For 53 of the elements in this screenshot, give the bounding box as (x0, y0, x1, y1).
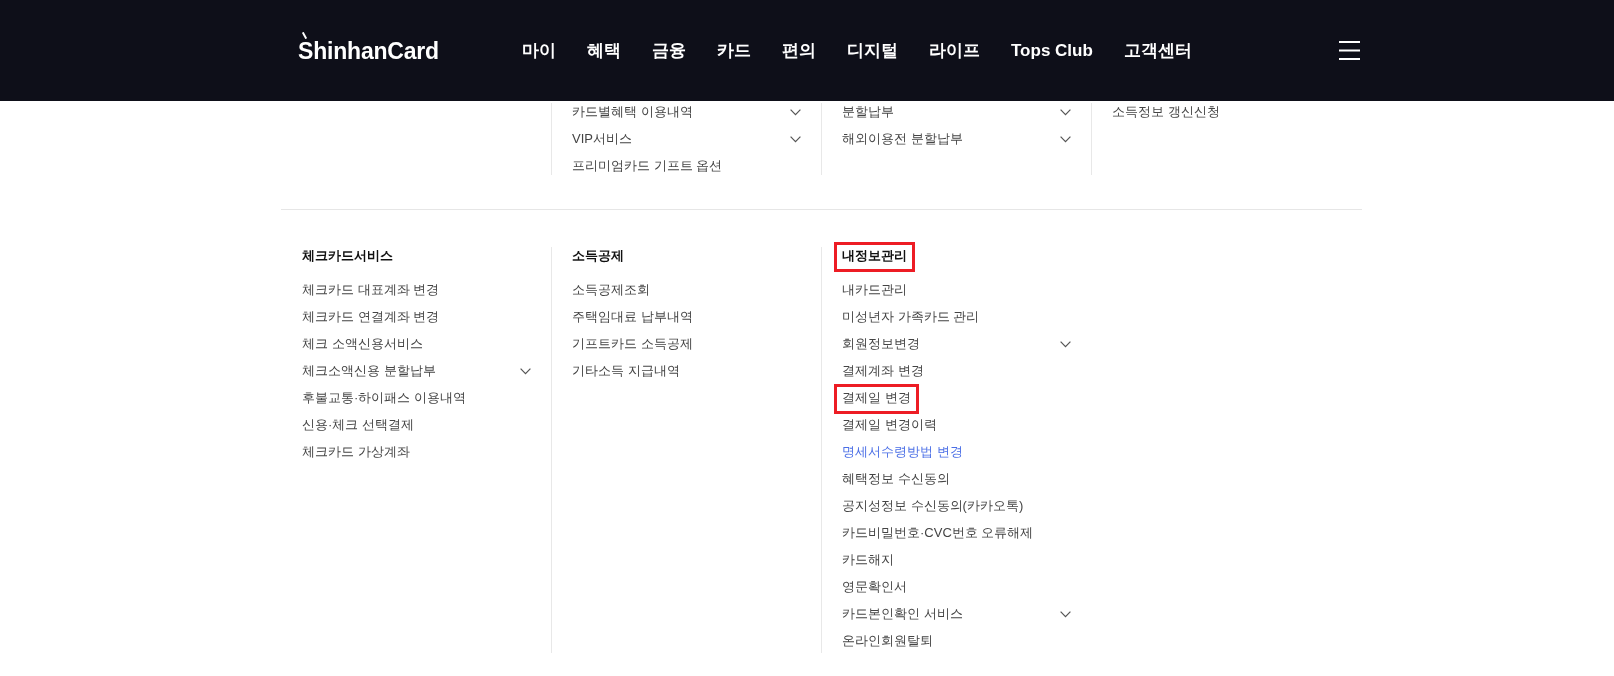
logo-link[interactable]: ShinhanCard (298, 30, 439, 64)
accent-mark-icon (302, 31, 307, 39)
nav-link[interactable]: 카드 (717, 39, 751, 62)
menu-link[interactable]: 미성년자 가족카드 관리 (842, 308, 980, 326)
menu-link[interactable]: 카드별혜택 이용내역 (572, 103, 693, 121)
chevron-down-icon[interactable] (1060, 610, 1071, 618)
menu-link[interactable]: 카드본인확인 서비스 (842, 605, 963, 623)
menu-link[interactable]: 결제일 변경이력 (842, 416, 937, 434)
nav-link[interactable]: 라이프 (929, 39, 980, 62)
menu-link[interactable]: 공지성정보 수신동의(카카오톡) (842, 497, 1024, 515)
menu-link[interactable]: 온라인회원탈퇴 (842, 632, 933, 650)
menu-link[interactable]: 프리미엄카드 기프트 옵션 (572, 157, 723, 175)
chevron-down-icon[interactable] (790, 108, 801, 116)
menu-link[interactable]: 영문확인서 (842, 578, 907, 596)
menu-link[interactable]: 체크카드 대표계좌 변경 (302, 281, 440, 299)
menu-link[interactable]: 결제일 변경 (842, 389, 911, 407)
menu-link[interactable]: 혜택정보 수신동의 (842, 470, 950, 488)
menu-link[interactable]: 기프트카드 소득공제 (572, 335, 693, 353)
section-heading: 내정보관리 (842, 247, 907, 265)
chevron-down-icon[interactable] (1060, 340, 1071, 348)
nav-link[interactable]: 편의 (782, 39, 816, 62)
menu-link[interactable]: 체크카드 연결계좌 변경 (302, 308, 440, 326)
menu-link[interactable]: 체크 소액신용서비스 (302, 335, 423, 353)
menu-link[interactable]: 소득공제조회 (572, 281, 650, 299)
menu-link[interactable]: 소득정보 갱신신청 (1112, 103, 1220, 121)
menu-link[interactable]: 주택임대료 납부내역 (572, 308, 693, 326)
menu-link[interactable]: 후불교통·하이패스 이용내역 (302, 389, 466, 407)
menu-link[interactable]: 분할납부 (842, 103, 894, 121)
menu-link[interactable]: 내카드관리 (842, 281, 907, 299)
menu-link[interactable]: VIP서비스 (572, 130, 632, 148)
menu-link[interactable]: 결제계좌 변경 (842, 362, 924, 380)
section-heading: 체크카드서비스 (302, 247, 393, 265)
menu-link[interactable]: 카드비밀번호·CVC번호 오류해제 (842, 524, 1034, 542)
menu-icon[interactable] (1339, 41, 1360, 60)
nav-link[interactable]: 금융 (652, 39, 686, 62)
menu-link[interactable]: 체크카드 가상계좌 (302, 443, 410, 461)
nav-link[interactable]: Tops Club (1011, 39, 1093, 62)
menu-link[interactable]: 회원정보변경 (842, 335, 920, 353)
menu-link[interactable]: 명세서수령방법 변경 (842, 443, 963, 461)
menu-link[interactable]: 신용·체크 선택결제 (302, 416, 414, 434)
section-heading: 소득공제 (572, 247, 624, 265)
menu-link[interactable]: 해외이용전 분할납부 (842, 130, 963, 148)
nav-link[interactable]: 혜택 (587, 39, 621, 62)
nav-link[interactable]: 고객센터 (1123, 39, 1192, 62)
nav-link[interactable]: 디지털 (847, 39, 898, 62)
menu-link[interactable]: 카드해지 (842, 551, 894, 569)
menu-link[interactable]: 기타소득 지급내역 (572, 362, 680, 380)
chevron-down-icon[interactable] (1060, 108, 1071, 116)
chevron-down-icon[interactable] (1060, 135, 1071, 143)
menu-link[interactable]: 체크소액신용 분할납부 (302, 362, 436, 380)
chevron-down-icon[interactable] (790, 135, 801, 143)
nav-link[interactable]: 마이 (522, 39, 556, 62)
chevron-down-icon[interactable] (520, 367, 531, 375)
